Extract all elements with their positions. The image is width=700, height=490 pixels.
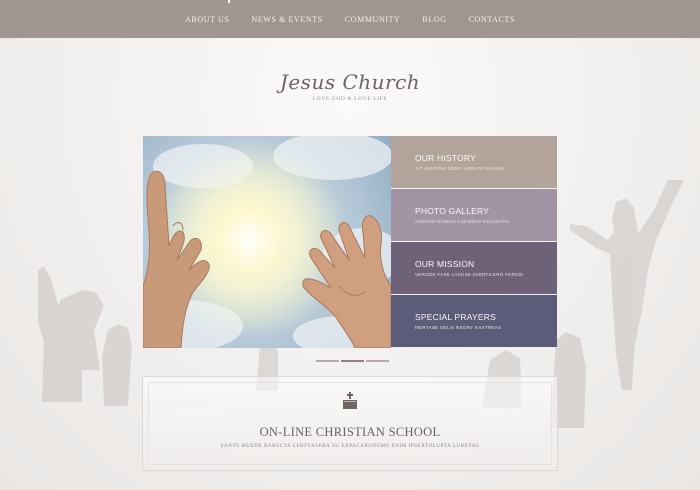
nav-item-contacts[interactable]: Contacts xyxy=(469,15,515,24)
logo-title: Jesus Church xyxy=(279,70,421,94)
site-logo[interactable]: Jesus Church Love God & Love Life xyxy=(0,70,700,102)
panel-special-prayers[interactable]: Special Prayers Mertase delis neory kast… xyxy=(391,295,557,347)
slider-dot[interactable] xyxy=(316,360,339,362)
slider-pagination xyxy=(316,360,389,362)
panel-title: Our Mission xyxy=(415,259,475,269)
panel-title: Our History xyxy=(415,153,476,163)
bible-cross-icon xyxy=(342,391,358,416)
panel-our-history[interactable]: Our History Sit avertas dero asento nand… xyxy=(391,136,557,188)
panel-subtitle: Mertase delis neory kastreas xyxy=(415,325,502,330)
school-title: On-line Christian School xyxy=(259,425,441,439)
panel-subtitle: Asento nandala mabeav ducuutal xyxy=(415,219,510,224)
nav-item-about-us[interactable]: About us xyxy=(185,15,229,24)
page-background: About us News & Events Community Blog Co… xyxy=(0,0,700,490)
school-description: Sants muede rarecta lertyasera su expaca… xyxy=(220,444,480,449)
panel-photo-gallery[interactable]: Photo Gallery Asento nandala mabeav ducu… xyxy=(391,189,557,241)
nav-item-news-events[interactable]: News & Events xyxy=(251,15,322,24)
panel-subtitle: Sit avertas dero asento nandal xyxy=(415,166,506,171)
panel-subtitle: Verode fase lasuse avertilero ferosi xyxy=(415,272,524,277)
nav-item-blog[interactable]: Blog xyxy=(422,15,446,24)
nav-item-community[interactable]: Community xyxy=(345,15,401,24)
hero-slide-image[interactable] xyxy=(143,136,391,348)
online-school-banner[interactable]: On-line Christian School Sants muede rar… xyxy=(142,376,558,471)
praying-hands-illustration xyxy=(143,136,391,348)
logo-tagline: Love God & Love Life xyxy=(312,96,388,102)
panel-title: Photo Gallery xyxy=(415,206,490,216)
slider-dot[interactable] xyxy=(366,360,389,362)
panel-our-mission[interactable]: Our Mission Verode fase lasuse avertiler… xyxy=(391,242,557,294)
active-indicator xyxy=(228,0,230,3)
panel-title: Special Prayers xyxy=(415,312,496,322)
top-navigation-bar: About us News & Events Community Blog Co… xyxy=(0,0,700,38)
slider-dot[interactable] xyxy=(341,360,364,362)
